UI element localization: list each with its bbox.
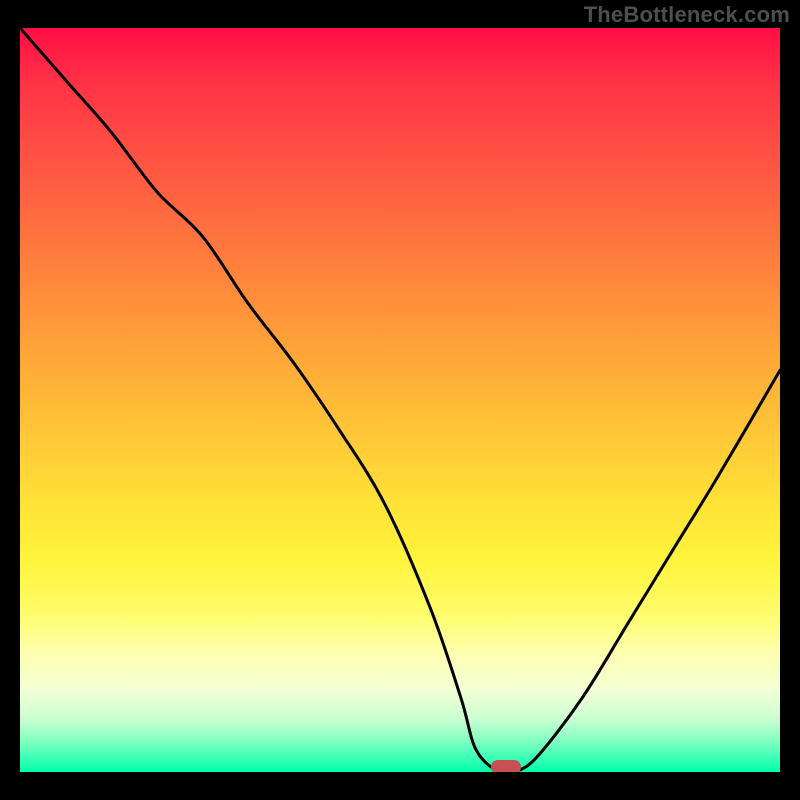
watermark-text: TheBottleneck.com [584, 2, 790, 28]
bottleneck-curve [20, 28, 780, 772]
optimal-marker [491, 760, 521, 772]
plot-area [20, 28, 780, 772]
chart-frame: TheBottleneck.com [0, 0, 800, 800]
